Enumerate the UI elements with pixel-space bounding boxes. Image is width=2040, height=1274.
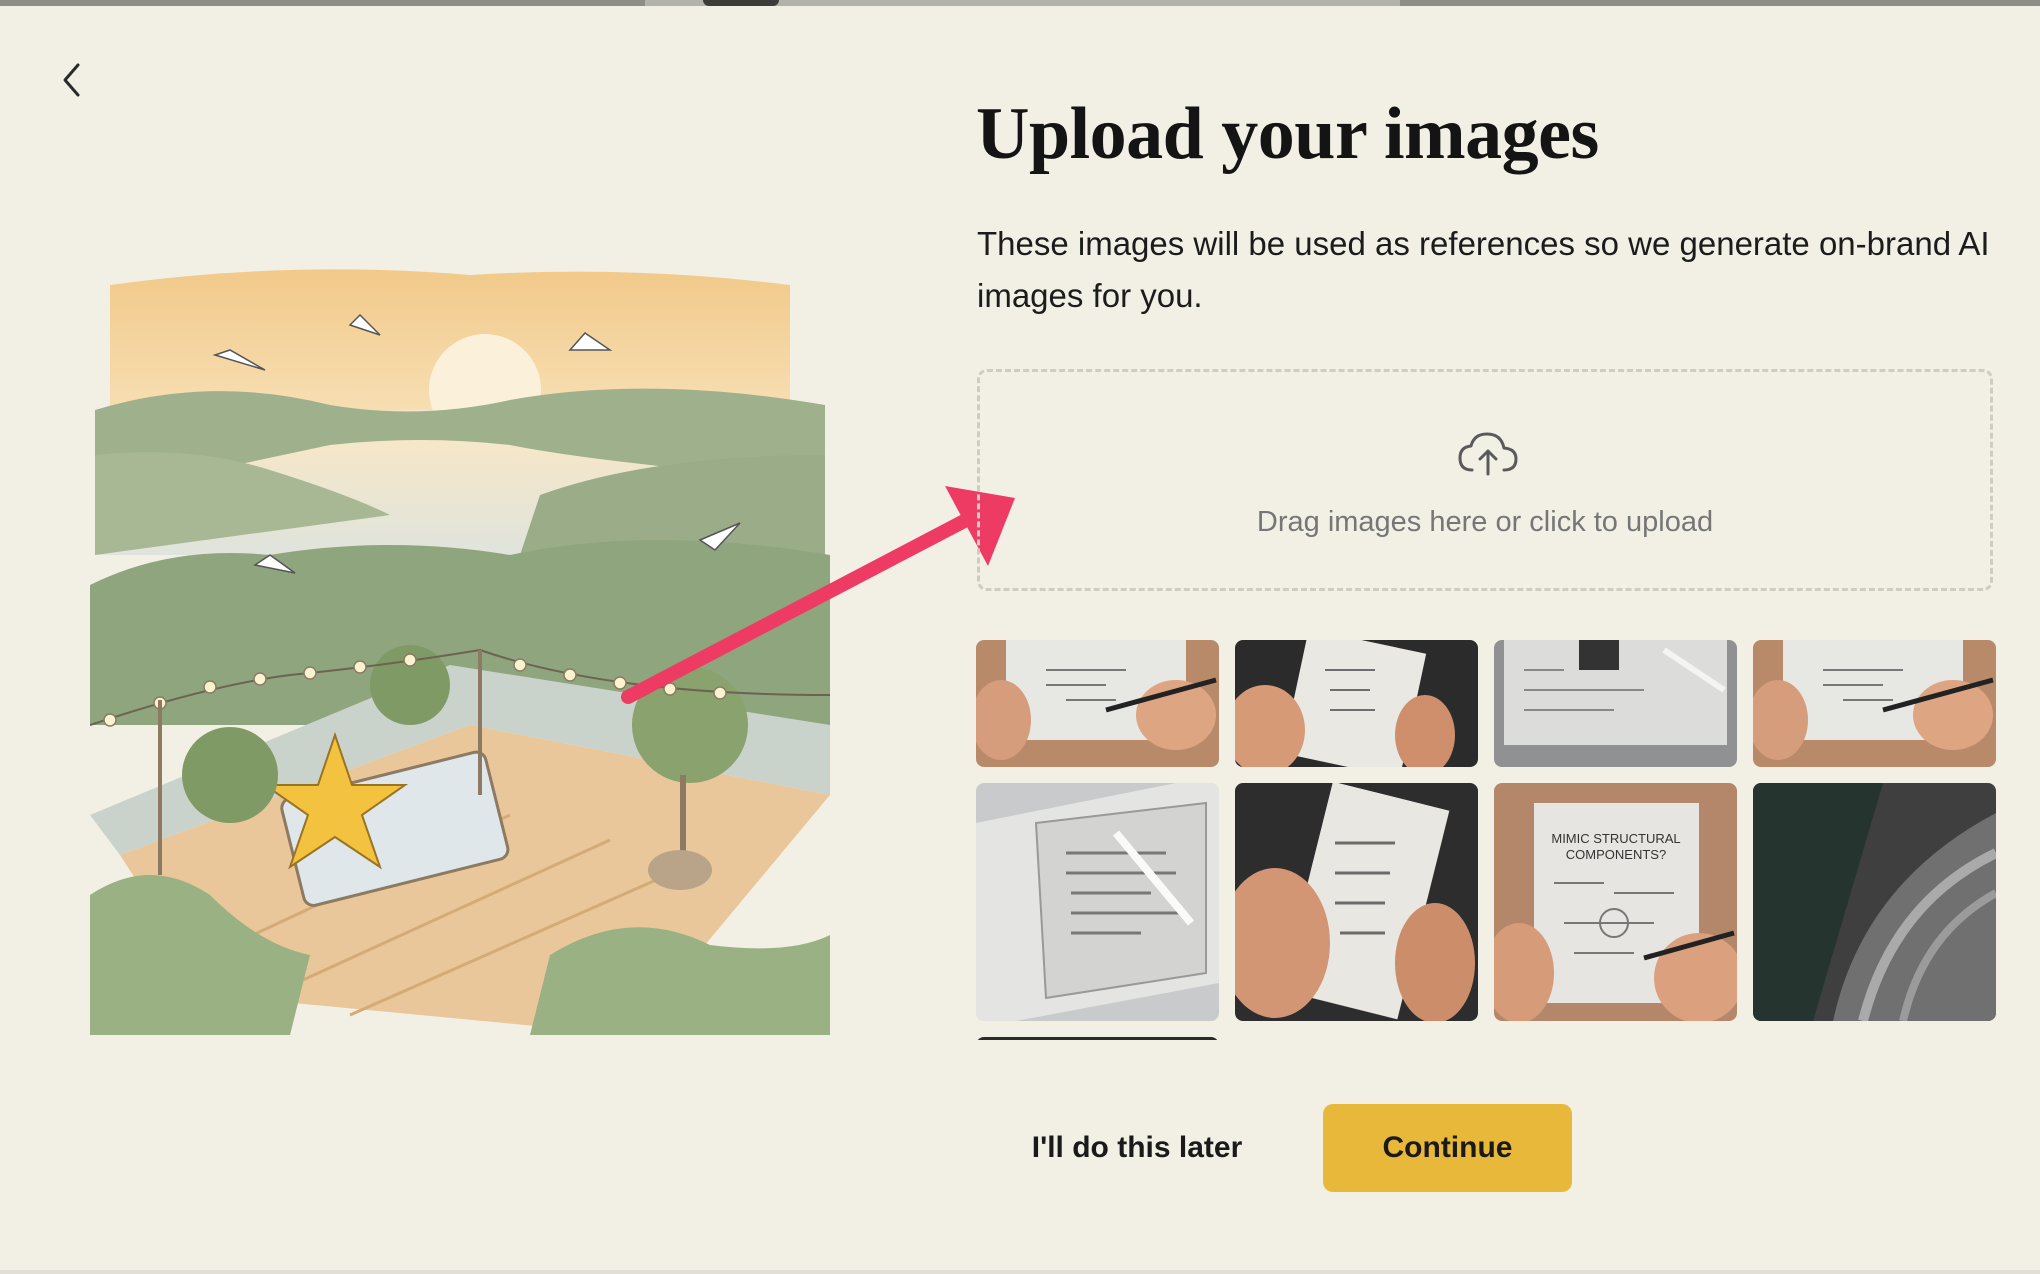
window-top-bar (0, 0, 2040, 6)
page-subtitle: These images will be used as references … (977, 225, 1990, 314)
page-title: Upload your images (976, 93, 1599, 175)
dropzone-label: Drag images here or click to upload (1256, 506, 1714, 538)
image-thumbnail[interactable] (1235, 783, 1478, 1021)
image-thumbnail[interactable] (1753, 783, 1996, 1021)
continue-button[interactable]: Continue (1323, 1104, 1572, 1192)
top-bar-notch (703, 0, 779, 6)
upload-dropzone[interactable]: Drag images here or click to upload (977, 369, 1993, 591)
image-thumbnail[interactable] (976, 640, 1219, 767)
svg-text:COMPONENTS?: COMPONENTS? (1566, 847, 1666, 862)
chevron-left-icon (63, 63, 80, 97)
image-thumbnail[interactable] (976, 783, 1219, 1021)
svg-text:MIMIC STRUCTURAL: MIMIC STRUCTURAL (1551, 831, 1680, 846)
potted-tree-left (182, 727, 278, 823)
skip-button[interactable]: I'll do this later (1026, 1104, 1248, 1192)
image-thumbnail[interactable] (1494, 640, 1737, 767)
image-thumbnail[interactable] (1753, 640, 1996, 767)
image-thumbnail[interactable]: MIMIC STRUCTURAL COMPONENTS? (1494, 783, 1737, 1021)
image-thumbnail[interactable] (1235, 640, 1478, 767)
uploaded-images-grid: MIMIC STRUCTURAL COMPONENTS? (976, 640, 1996, 1040)
arrow-icon (621, 486, 1015, 704)
cloud-upload-icon (1458, 432, 1518, 476)
foreground-shrubs-right (530, 927, 830, 1035)
image-thumbnail[interactable] (976, 1037, 1219, 1040)
window-bottom-edge (0, 1270, 2040, 1274)
back-button[interactable] (52, 60, 92, 100)
